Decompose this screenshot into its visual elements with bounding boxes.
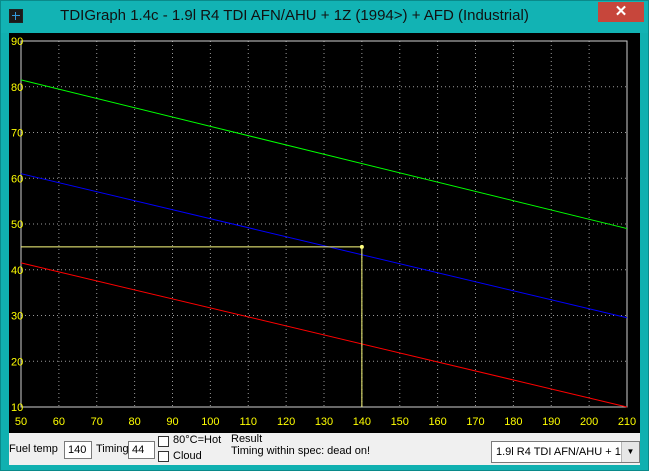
x-tick-label: 70 bbox=[91, 416, 103, 428]
result-label: Result bbox=[231, 433, 263, 445]
y-tick-label: 60 bbox=[11, 173, 23, 185]
series-line-1 bbox=[20, 173, 628, 319]
y-tick-label: 20 bbox=[11, 356, 23, 368]
x-tick-label: 210 bbox=[618, 416, 636, 428]
x-tick-label: 150 bbox=[391, 416, 409, 428]
window-title: TDIGraph 1.4c - 1.9l R4 TDI AFN/AHU + 1Z… bbox=[60, 7, 529, 24]
x-tick-label: 110 bbox=[239, 416, 257, 428]
y-tick-label: 40 bbox=[11, 265, 23, 277]
chevron-down-icon[interactable]: ▼ bbox=[621, 442, 639, 462]
x-tick-label: 160 bbox=[428, 416, 446, 428]
result-text: Timing within spec: dead on! bbox=[231, 445, 370, 457]
plot-frame bbox=[20, 40, 628, 408]
marker-point bbox=[359, 244, 364, 249]
x-tick-label: 180 bbox=[504, 416, 522, 428]
timing-label: Timing bbox=[96, 443, 129, 455]
status-bar: Fuel temp 140 Timing 44 80°C=Hot Cloud R… bbox=[9, 433, 640, 465]
hot-label: 80°C=Hot bbox=[173, 434, 222, 446]
x-tick-label: 80 bbox=[129, 416, 141, 428]
app-window: TDIGraph 1.4c - 1.9l R4 TDI AFN/AHU + 1Z… bbox=[0, 0, 649, 471]
fuel-temp-input[interactable]: 140 bbox=[64, 441, 92, 459]
x-tick-label: 90 bbox=[166, 416, 178, 428]
x-tick-label: 50 bbox=[15, 416, 27, 428]
y-tick-label: 70 bbox=[11, 128, 23, 140]
y-tick-label: 50 bbox=[11, 219, 23, 231]
hot-checkbox[interactable] bbox=[158, 436, 169, 447]
y-tick-label: 90 bbox=[11, 36, 23, 48]
x-tick-label: 130 bbox=[315, 416, 333, 428]
fuel-temp-label: Fuel temp bbox=[9, 443, 58, 455]
close-button[interactable]: ✕ bbox=[598, 2, 644, 22]
timing-chart: 10 20 30 40 50 60 70 80 90 50 60 70 80 90 100 110 120 130… bbox=[11, 36, 636, 428]
x-tick-label: 170 bbox=[466, 416, 484, 428]
timing-input[interactable]: 44 bbox=[128, 441, 155, 459]
y-tick-label: 10 bbox=[11, 402, 23, 414]
x-tick-label: 60 bbox=[53, 416, 65, 428]
engine-select-value: 1.9l R4 TDI AFN/AHU + 1Z bbox=[496, 446, 628, 458]
x-tick-label: 120 bbox=[277, 416, 295, 428]
x-tick-label: 190 bbox=[542, 416, 560, 428]
title-bar: TDIGraph 1.4c - 1.9l R4 TDI AFN/AHU + 1Z… bbox=[1, 1, 648, 33]
y-tick-label: 80 bbox=[11, 82, 23, 94]
x-tick-label: 100 bbox=[201, 416, 219, 428]
x-tick-label: 200 bbox=[580, 416, 598, 428]
y-tick-label: 30 bbox=[11, 311, 23, 323]
series-line-0 bbox=[20, 79, 628, 230]
graph-area: 10 20 30 40 50 60 70 80 90 50 60 70 80 90 100 110 120 130… bbox=[9, 33, 640, 433]
cloud-label: Cloud bbox=[173, 450, 202, 462]
engine-select[interactable]: 1.9l R4 TDI AFN/AHU + 1Z ▼ bbox=[491, 441, 640, 463]
x-tick-label: 140 bbox=[353, 416, 371, 428]
cloud-checkbox[interactable] bbox=[158, 451, 169, 462]
